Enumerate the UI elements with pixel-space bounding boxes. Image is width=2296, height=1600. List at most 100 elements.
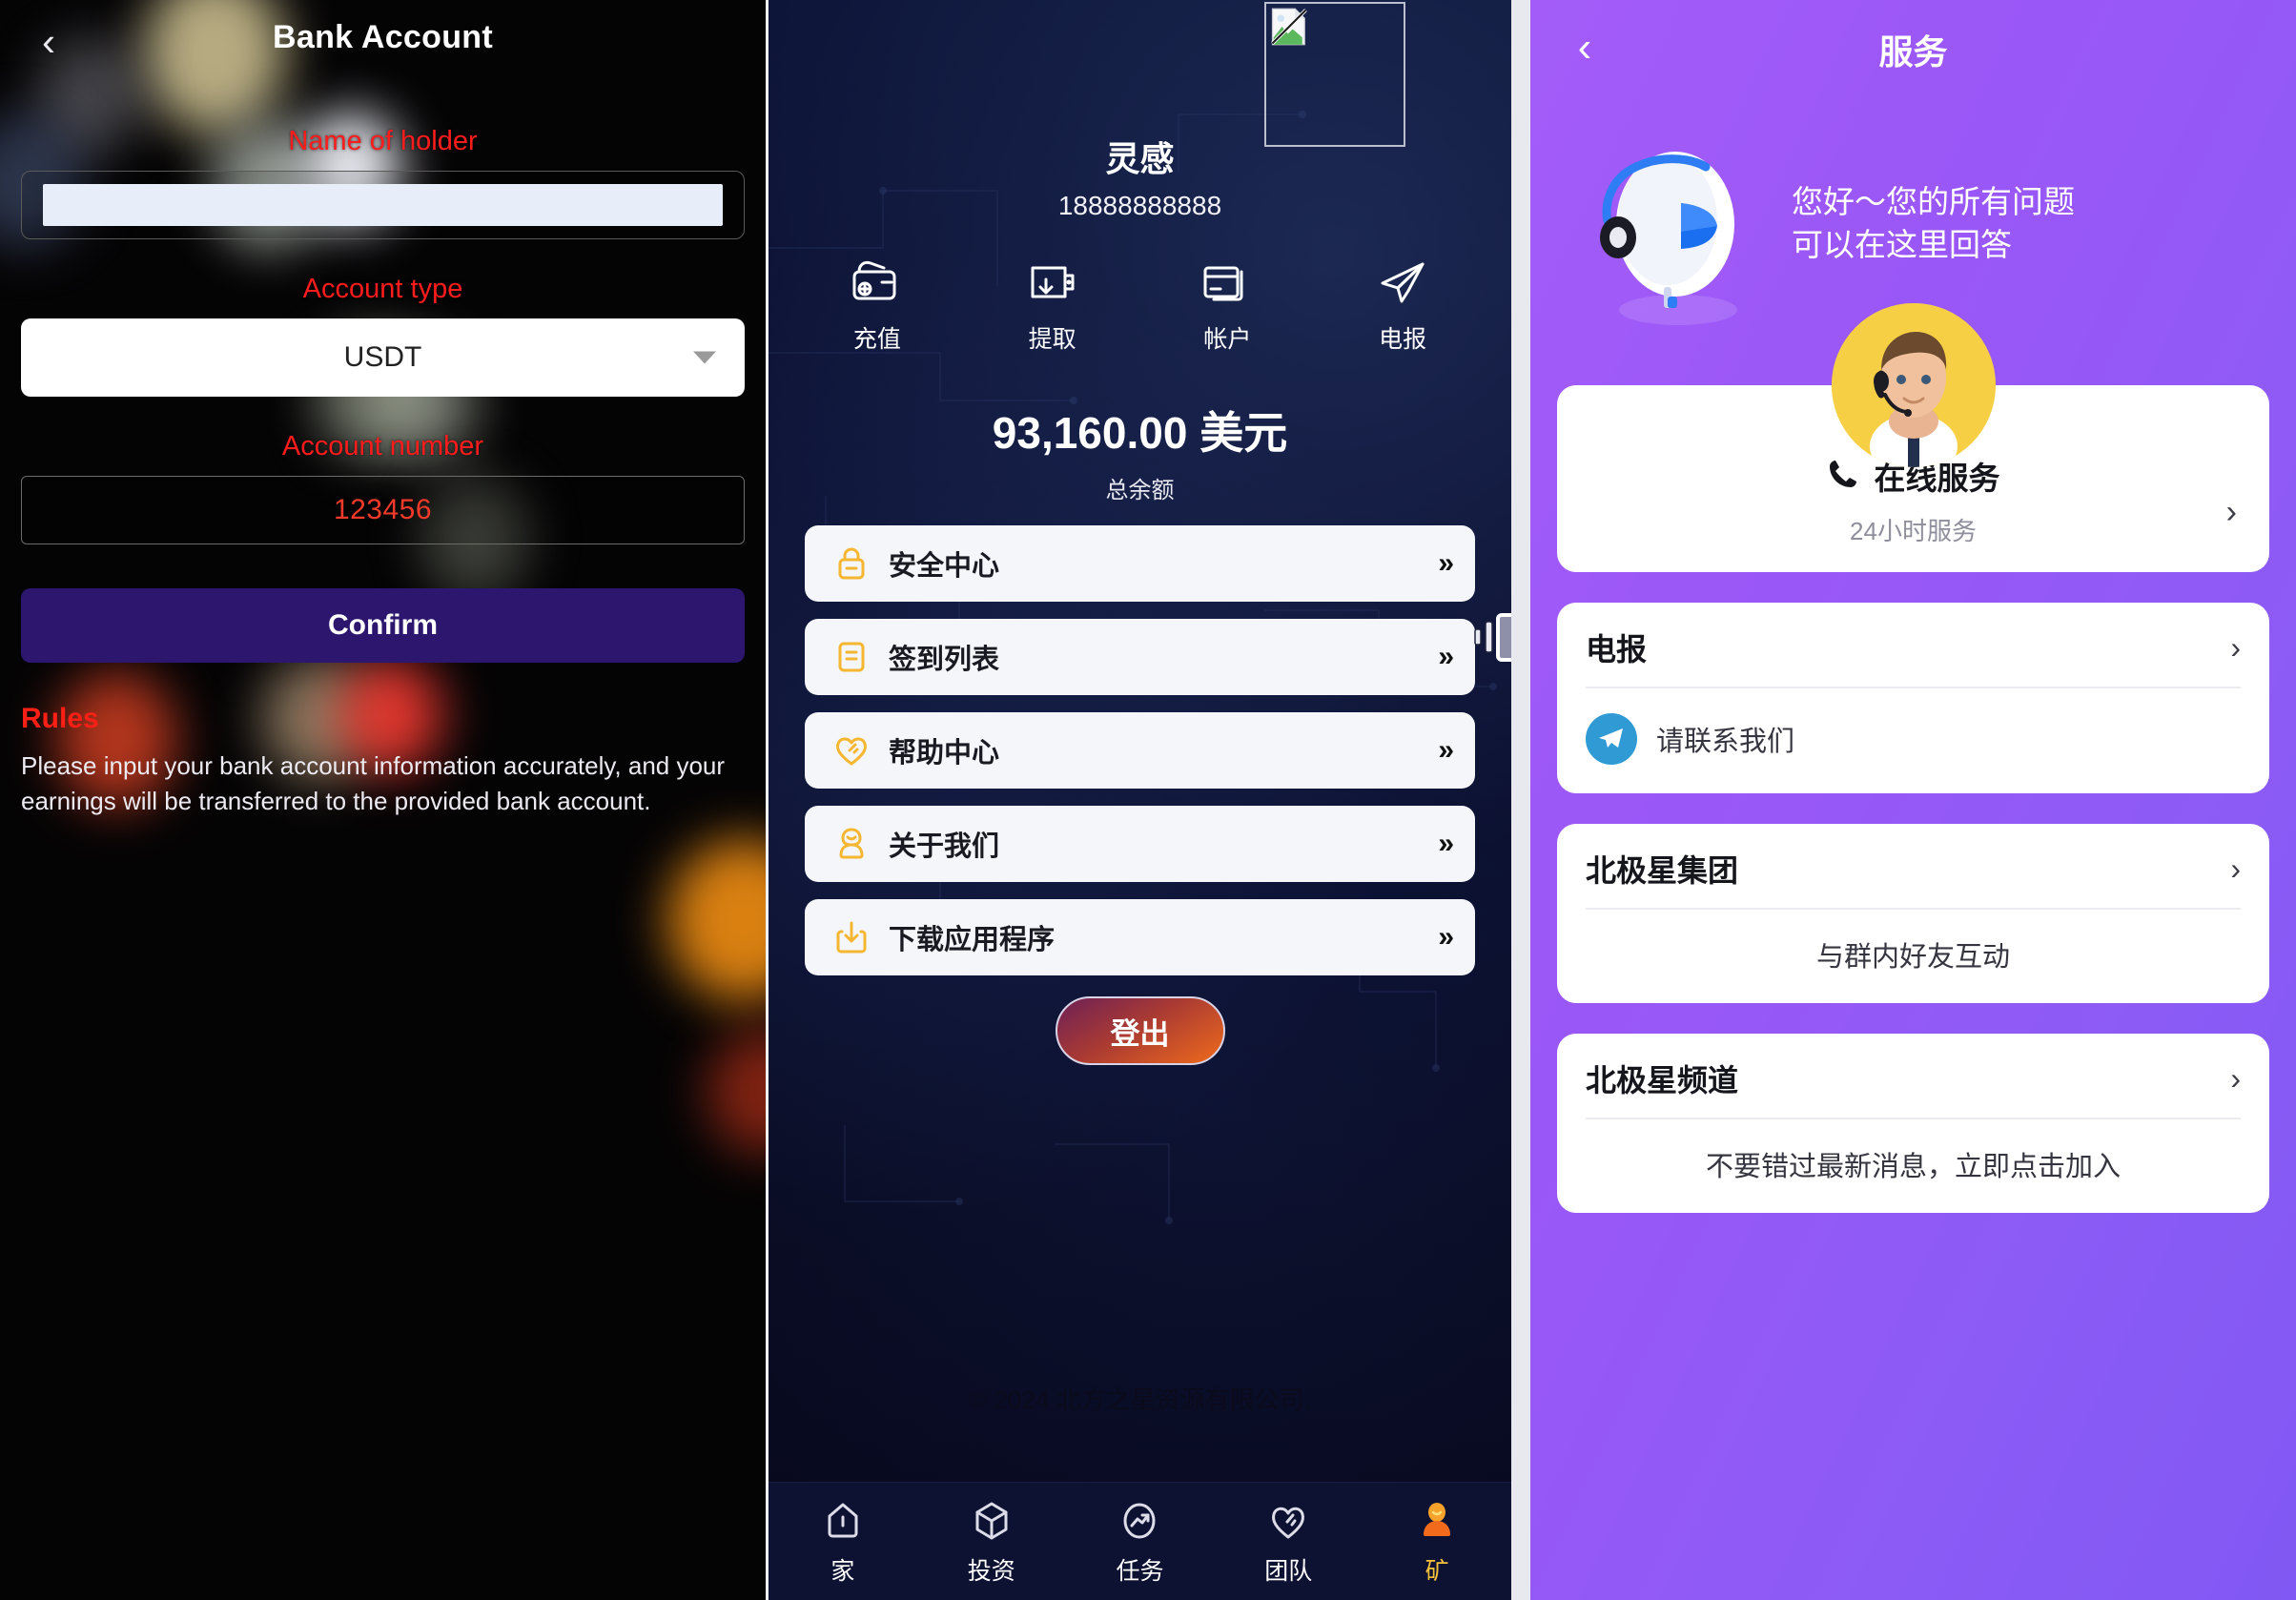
heart-team-icon xyxy=(1214,1497,1363,1545)
bokeh-light xyxy=(667,839,766,1001)
panel3-header: ‹ 服务 xyxy=(1530,0,2296,101)
service-hero: 您好～您的所有问题 可以在这里回答 xyxy=(1530,114,2296,334)
total-balance-label: 总余额 xyxy=(1105,478,1175,503)
tab-label: 任务 xyxy=(1116,1557,1164,1585)
tab-mine[interactable]: 矿 xyxy=(1363,1497,1511,1587)
tab-home[interactable]: 家 xyxy=(769,1497,917,1587)
account-type-label: Account type xyxy=(302,274,463,304)
home-icon xyxy=(769,1497,917,1545)
menu-item-help-center[interactable]: 帮助中心 » xyxy=(805,712,1475,789)
tab-label: 团队 xyxy=(1264,1557,1313,1585)
quick-action-withdraw[interactable]: 提取 xyxy=(965,256,1140,355)
quick-action-recharge[interactable]: 充值 xyxy=(789,256,965,355)
divider xyxy=(1586,908,2241,910)
panel-mine-home: 灵感 18888888888 充值 提取 帐户 电报 93,160.00 美元 … xyxy=(769,0,1511,1600)
total-balance-value: 93,160.00 美元 xyxy=(992,408,1288,458)
panel-bank-account: ‹ Bank Account Name of holder Account ty… xyxy=(0,0,766,1600)
confirm-button[interactable]: Confirm xyxy=(21,588,745,663)
menu-item-checkin-list[interactable]: 签到列表 » xyxy=(805,619,1475,695)
telegram-card[interactable]: 电报 › 请联系我们 xyxy=(1557,603,2269,793)
volume-speaker-icon[interactable] xyxy=(1473,610,1511,666)
name-of-holder-label: Name of holder xyxy=(288,126,478,156)
account-type-select[interactable]: USDT xyxy=(21,318,745,397)
chevron-double-right-icon: » xyxy=(1438,547,1454,579)
hero-line-2: 可以在这里回答 xyxy=(1792,227,2012,262)
quick-action-label: 电报 xyxy=(1379,326,1427,353)
copyright-text: © 2024 北方之星资源有限公司. xyxy=(969,1385,1311,1414)
service-cards: 在线服务 24小时服务 › 电报 › 请联系我们 北极星集团 › 与群内好友互动… xyxy=(1530,303,2296,1213)
broken-image-placeholder-icon xyxy=(1271,8,1307,46)
settings-menu: 安全中心 » 签到列表 » 帮助中心 » 关于我们 » 下载应用程序 » xyxy=(805,525,1475,975)
trend-task-icon xyxy=(1066,1497,1215,1545)
bokeh-light xyxy=(707,1030,766,1154)
tab-label: 投资 xyxy=(967,1557,1015,1585)
chevron-right-icon: › xyxy=(2230,1060,2241,1096)
menu-item-label: 安全中心 xyxy=(889,551,1000,582)
user-phone: 18888888888 xyxy=(1057,191,1222,220)
tab-team[interactable]: 团队 xyxy=(1214,1497,1363,1587)
chevron-double-right-icon: » xyxy=(1438,734,1454,766)
broken-image-placeholder xyxy=(1264,2,1405,147)
cube-invest-icon xyxy=(917,1497,1066,1545)
chevron-double-right-icon: » xyxy=(1438,828,1454,859)
quick-action-account[interactable]: 帐户 xyxy=(1140,256,1316,355)
online-service-subtitle: 24小时服务 xyxy=(1850,517,1977,545)
tab-label: 矿 xyxy=(1425,1557,1449,1585)
logout-row: 登出 xyxy=(769,996,1511,1065)
three-panel-screenshot: ‹ Bank Account Name of holder Account ty… xyxy=(0,0,2296,1600)
chevron-double-right-icon: » xyxy=(1438,641,1454,672)
quick-action-label: 帐户 xyxy=(1203,326,1252,353)
panel-divider xyxy=(1511,0,1530,1600)
headset-robot-icon xyxy=(1568,119,1778,329)
quick-action-telegram[interactable]: 电报 xyxy=(1315,256,1490,355)
menu-item-label: 下载应用程序 xyxy=(889,925,1056,955)
quick-action-label: 充值 xyxy=(852,326,901,353)
tab-invest[interactable]: 投资 xyxy=(917,1497,1066,1587)
polaris-channel-card[interactable]: 北极星频道 › 不要错过最新消息，立即点击加入 xyxy=(1557,1034,2269,1213)
account-number-value: 123456 xyxy=(333,494,433,525)
account-number-label: Account number xyxy=(281,431,484,462)
chevron-double-right-icon: » xyxy=(1438,921,1454,953)
account-type-value: USDT xyxy=(343,341,422,373)
polaris-channel-body: 不要错过最新消息，立即点击加入 xyxy=(1586,1144,2241,1184)
panel-service: ‹ 服务 您好～您的所有问题 可以在这里回答 在线服务 24小时服务 › 电报 … xyxy=(1530,0,2296,1600)
telegram-card-head: 电报 › xyxy=(1586,626,2241,669)
name-of-holder-field[interactable] xyxy=(21,171,745,239)
name-of-holder-input[interactable] xyxy=(43,184,723,226)
polaris-group-card[interactable]: 北极星集团 › 与群内好友互动 xyxy=(1557,824,2269,1003)
polaris-channel-title: 北极星频道 xyxy=(1586,1063,1739,1097)
menu-item-about-us[interactable]: 关于我们 » xyxy=(805,806,1475,882)
tab-task[interactable]: 任务 xyxy=(1066,1497,1215,1587)
download-icon xyxy=(830,915,873,959)
hero-text: 您好～您的所有问题 可以在这里回答 xyxy=(1792,181,2075,267)
bottom-tab-bar: 家 投资 任务 团队 矿 xyxy=(769,1482,1511,1600)
polaris-group-head: 北极星集团 › xyxy=(1586,847,2241,891)
divider xyxy=(1586,687,2241,688)
telegram-icon xyxy=(1586,713,1637,765)
account-number-field[interactable]: 123456 xyxy=(21,476,745,544)
panel1-header: ‹ Bank Account xyxy=(0,0,766,86)
menu-item-label: 帮助中心 xyxy=(889,738,1000,769)
chevron-right-icon: › xyxy=(2225,494,2237,530)
rules-body: Please input your bank account informati… xyxy=(21,751,726,815)
telegram-paperplane-icon xyxy=(1315,256,1490,309)
polaris-group-title: 北极星集团 xyxy=(1586,853,1739,888)
menu-item-download-app[interactable]: 下载应用程序 » xyxy=(805,899,1475,975)
chevron-down-icon xyxy=(693,351,716,364)
miner-icon xyxy=(1363,1497,1511,1545)
rules-heading: Rules xyxy=(21,703,99,734)
polaris-group-body: 与群内好友互动 xyxy=(1586,934,2241,974)
polaris-channel-text: 不要错过最新消息，立即点击加入 xyxy=(1705,1152,2121,1182)
polaris-channel-head: 北极星频道 › xyxy=(1586,1056,2241,1100)
card-account-icon xyxy=(1140,256,1316,309)
wallet-withdraw-icon xyxy=(965,256,1140,309)
menu-item-security-center[interactable]: 安全中心 » xyxy=(805,525,1475,602)
support-agent-avatar xyxy=(1831,303,1996,467)
logout-button[interactable]: 登出 xyxy=(1055,996,1225,1065)
lock-icon xyxy=(830,542,873,585)
page-title: Bank Account xyxy=(273,19,493,55)
wallet-recharge-icon xyxy=(789,256,965,309)
menu-item-label: 关于我们 xyxy=(889,831,1000,862)
chevron-right-icon: › xyxy=(2230,851,2241,886)
polaris-group-text: 与群内好友互动 xyxy=(1815,942,2010,973)
